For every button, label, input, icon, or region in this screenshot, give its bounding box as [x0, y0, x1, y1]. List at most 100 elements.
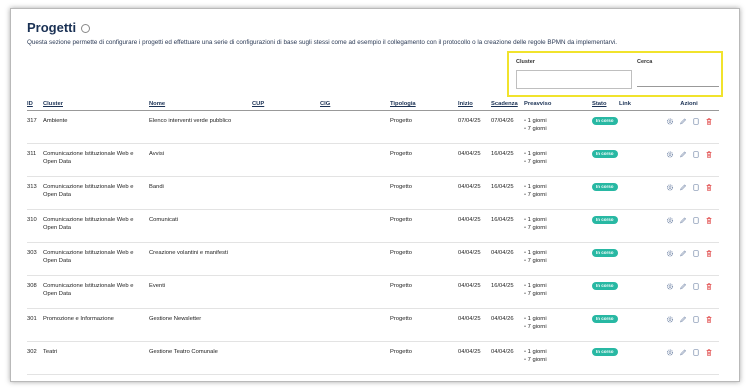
- copy-icon[interactable]: [692, 117, 700, 126]
- cell-cluster: Ambiente: [43, 110, 149, 144]
- cell-stato: In corso: [592, 110, 619, 144]
- pencil-icon[interactable]: [679, 183, 687, 192]
- trash-icon[interactable]: [705, 150, 713, 159]
- preavviso-item: 7 giorni: [524, 158, 592, 166]
- col-header-cluster[interactable]: Cluster: [43, 98, 149, 111]
- trash-icon[interactable]: [705, 216, 713, 225]
- table-row[interactable]: 303 Comunicazione Istituzionale Web e Ope…: [27, 242, 719, 276]
- copy-icon[interactable]: [692, 249, 700, 258]
- cluster-filter-select[interactable]: [516, 70, 632, 89]
- pencil-icon[interactable]: [679, 282, 687, 291]
- col-header-scadenza[interactable]: Scadenza: [491, 98, 524, 111]
- col-header-nome[interactable]: Nome: [149, 98, 252, 111]
- cell-stato: In corso: [592, 209, 619, 243]
- cell-stato: In corso: [592, 308, 619, 342]
- gear-icon[interactable]: [666, 150, 674, 159]
- trash-icon[interactable]: [705, 117, 713, 126]
- preavviso-item: 1 giorni: [524, 315, 592, 323]
- gear-icon[interactable]: [666, 183, 674, 192]
- pencil-icon[interactable]: [679, 348, 687, 357]
- cell-cig: [320, 209, 390, 243]
- cell-cup: [252, 110, 320, 144]
- cell-cluster: Comunicazione Istituzionale Web e Open D…: [43, 176, 149, 210]
- cell-nome: Creazione volantini e manifesti: [149, 242, 252, 276]
- cell-nome: Gestione Newsletter: [149, 308, 252, 342]
- pencil-icon[interactable]: [679, 249, 687, 258]
- cell-scadenza: 16/04/25: [491, 176, 524, 210]
- pencil-icon[interactable]: [679, 315, 687, 324]
- info-icon[interactable]: [81, 24, 91, 33]
- cell-preavviso: 1 giorni7 giorni: [524, 176, 592, 210]
- projects-table: ID Cluster Nome CUP CIG Tipologia Inizio…: [27, 98, 719, 375]
- trash-icon[interactable]: [705, 282, 713, 291]
- cell-stato: In corso: [592, 176, 619, 210]
- cell-preavviso: 1 giorni7 giorni: [524, 275, 592, 309]
- col-header-tipologia[interactable]: Tipologia: [390, 98, 458, 111]
- cell-id: 317: [27, 110, 43, 144]
- preavviso-item: 1 giorni: [524, 216, 592, 224]
- col-header-inizio[interactable]: Inizio: [458, 98, 491, 111]
- pencil-icon[interactable]: [679, 216, 687, 225]
- preavviso-item: 7 giorni: [524, 323, 592, 331]
- cell-cluster: Teatri: [43, 341, 149, 375]
- col-header-id[interactable]: ID: [27, 98, 43, 111]
- preavviso-item: 7 giorni: [524, 356, 592, 364]
- pencil-icon[interactable]: [679, 150, 687, 159]
- status-badge: In corso: [592, 315, 618, 323]
- trash-icon[interactable]: [705, 348, 713, 357]
- table-row[interactable]: 310 Comunicazione Istituzionale Web e Ope…: [27, 209, 719, 243]
- preavviso-item: 1 giorni: [524, 183, 592, 191]
- copy-icon[interactable]: [692, 282, 700, 291]
- gear-icon[interactable]: [666, 117, 674, 126]
- table-row[interactable]: 311 Comunicazione Istituzionale Web e Ope…: [27, 143, 719, 177]
- cell-azioni: [659, 143, 719, 177]
- copy-icon[interactable]: [692, 150, 700, 159]
- gear-icon[interactable]: [666, 216, 674, 225]
- status-badge: In corso: [592, 249, 618, 257]
- cell-nome: Eventi: [149, 275, 252, 309]
- table-row[interactable]: 313 Comunicazione Istituzionale Web e Ope…: [27, 176, 719, 210]
- trash-icon[interactable]: [705, 183, 713, 192]
- status-badge: In corso: [592, 348, 618, 356]
- gear-icon[interactable]: [666, 348, 674, 357]
- search-input[interactable]: [637, 70, 719, 87]
- gear-icon[interactable]: [666, 315, 674, 324]
- gear-icon[interactable]: [666, 249, 674, 258]
- table-row[interactable]: 317 Ambiente Elenco interventi verde pubbl…: [27, 110, 719, 144]
- status-badge: In corso: [592, 282, 618, 290]
- copy-icon[interactable]: [692, 216, 700, 225]
- cell-inizio: 04/04/25: [458, 242, 491, 276]
- cell-cig: [320, 308, 390, 342]
- copy-icon[interactable]: [692, 348, 700, 357]
- cell-azioni: [659, 176, 719, 210]
- trash-icon[interactable]: [705, 249, 713, 258]
- copy-icon[interactable]: [692, 315, 700, 324]
- status-badge: In corso: [592, 216, 618, 224]
- col-header-cup[interactable]: CUP: [252, 98, 320, 111]
- copy-icon[interactable]: [692, 183, 700, 192]
- cell-tipologia: Progetto: [390, 110, 458, 144]
- cell-inizio: 04/04/25: [458, 176, 491, 210]
- trash-icon[interactable]: [705, 315, 713, 324]
- cell-tipologia: Progetto: [390, 143, 458, 177]
- cell-tipologia: Progetto: [390, 209, 458, 243]
- cell-preavviso: 1 giorni7 giorni: [524, 209, 592, 243]
- col-header-azioni: Azioni: [659, 98, 719, 111]
- gear-icon[interactable]: [666, 282, 674, 291]
- cell-nome: Bandi: [149, 176, 252, 210]
- cell-azioni: [659, 110, 719, 144]
- cell-scadenza: 04/04/26: [491, 242, 524, 276]
- cell-link: [619, 209, 659, 243]
- col-header-stato[interactable]: Stato: [592, 98, 619, 111]
- pencil-icon[interactable]: [679, 117, 687, 126]
- cell-inizio: 04/04/25: [458, 209, 491, 243]
- cell-id: 310: [27, 209, 43, 243]
- table-row[interactable]: 301 Promozione e Informazione Gestione New…: [27, 308, 719, 342]
- table-row[interactable]: 308 Comunicazione Istituzionale Web e Ope…: [27, 275, 719, 309]
- table-row[interactable]: 302 Teatri Gestione Teatro Comunale Progett…: [27, 341, 719, 375]
- cell-id: 308: [27, 275, 43, 309]
- cell-cluster: Comunicazione Istituzionale Web e Open D…: [43, 143, 149, 177]
- col-header-cig[interactable]: CIG: [320, 98, 390, 111]
- page-description: Questa sezione permette di configurare i…: [27, 39, 618, 46]
- cell-id: 301: [27, 308, 43, 342]
